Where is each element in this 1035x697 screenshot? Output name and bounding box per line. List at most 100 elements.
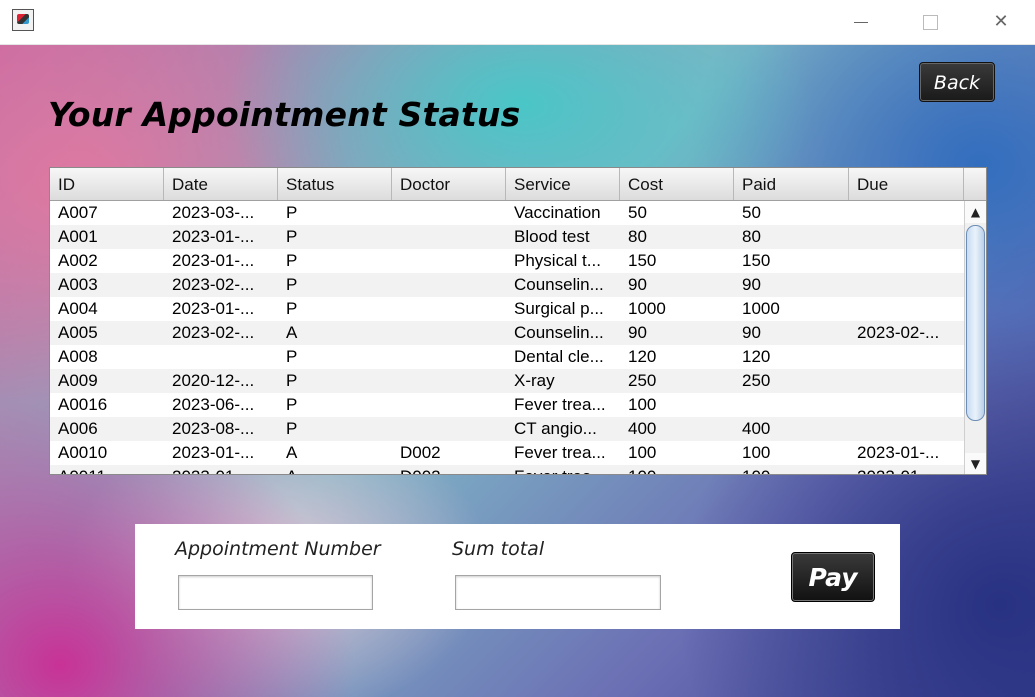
cell-doctor: D002 [400,443,441,462]
table-row[interactable]: A00112023-01-...AD002Fever trea...100100… [50,465,964,474]
cell-service: Dental cle... [514,347,604,366]
close-button[interactable]: ✕ [981,8,1021,36]
cell-paid: 1000 [742,299,780,318]
cell-date: 2023-01-... [172,227,255,246]
cell-id: A006 [58,419,98,438]
app-icon[interactable] [12,9,34,31]
cell-id: A002 [58,251,98,270]
table-row[interactable]: A002 2023-01-... P Physical t... 150 150 [50,249,964,273]
cell-paid: 90 [742,275,761,294]
column-header-cost[interactable]: Cost [620,168,734,200]
column-header-doctor[interactable]: Doctor [392,168,506,200]
column-header-date[interactable]: Date [164,168,278,200]
cell-status: P [286,251,298,270]
cell-status: A [286,323,298,342]
table-row[interactable]: A004 2023-01-... P Surgical p... 1000 1000 [50,297,964,321]
cell-service: Fever trea... [514,395,606,414]
cell-date: 2023-01-... [172,443,255,462]
cell-doctor [392,249,506,273]
cell-date: 2023-01-... [172,299,255,318]
sum-total-label: Sum total [452,538,545,560]
table-row[interactable]: A005 2023-02-... A Counselin... 90 90 2023-02-… [50,321,964,345]
cell-due: 2023-02-... [857,323,940,342]
cell-due [849,201,964,225]
appointment-number-input[interactable] [178,575,373,610]
cell-cost: 250 [628,371,657,390]
column-header-status[interactable]: Status [278,168,392,200]
cell-service: Physical t... [514,251,601,270]
pay-button[interactable]: Pay [791,552,875,602]
cell-date: 2023-08-... [172,419,255,438]
cell-date: 2023-02-... [172,275,255,294]
cell-service: Blood test [514,227,590,246]
table-row[interactable]: A0016 2023-06-... P Fever trea... 100 [50,393,964,417]
cell-paid: 250 [742,371,771,390]
cell-doctor [392,345,506,369]
cell-status: P [286,299,298,318]
header-corner [963,168,986,200]
cell-date: 2023-03-... [172,203,255,222]
table-row[interactable]: A0010 2023-01-... A D002 Fever trea... 100 100… [50,441,964,465]
cell-due: 2023-01-... [849,465,964,474]
title-bar: ✕ [0,0,1035,45]
cell-due [849,249,964,273]
cell-date: 2023-01-... [172,251,255,270]
scroll-down-icon[interactable]: ▼ [965,453,986,474]
column-header-id[interactable]: ID [50,168,164,200]
column-header-paid[interactable]: Paid [734,168,849,200]
sum-total-input[interactable] [455,575,661,610]
cell-date: 2023-02-... [172,323,255,342]
cell-due: 2023-01-... [857,443,940,462]
cell-id: A003 [58,275,98,294]
cell-due [849,297,964,321]
cell-doctor [392,297,506,321]
cell-date: 2023-06-... [172,395,255,414]
cell-status: P [286,275,298,294]
cell-cost: 1000 [628,299,666,318]
main-content: Back Your Appointment Status ID Date Statu… [0,45,1035,697]
cell-id: A007 [58,203,98,222]
cell-cost: 90 [628,323,647,342]
cell-cost: 100 [628,395,657,414]
scroll-up-icon[interactable]: ▲ [965,201,986,223]
cell-due [849,417,964,441]
cell-paid: 150 [742,251,771,270]
cell-paid: 50 [742,203,761,222]
table-row[interactable]: A003 2023-02-... P Counselin... 90 90 [50,273,964,297]
cell-paid: 90 [742,323,761,342]
table-row[interactable]: A006 2023-08-... P CT angio... 400 400 [50,417,964,441]
cell-due [849,393,964,417]
cell-status: P [286,347,298,366]
cell-service: Vaccination [514,203,601,222]
column-header-service[interactable]: Service [506,168,620,200]
cell-service: Surgical p... [514,299,604,318]
maximize-icon [922,14,938,30]
cell-id: A001 [58,227,98,246]
cell-doctor: D002 [392,465,506,474]
cell-doctor [392,393,506,417]
cell-due [849,273,964,297]
cell-date [164,345,278,369]
cell-id: A0010 [58,443,108,462]
table-row[interactable]: A008 P Dental cle... 120 120 [50,345,964,369]
table-row[interactable]: A009 2020-12-... P X-ray 250 250 [50,369,964,393]
scrollbar-thumb[interactable] [966,225,985,421]
table-row[interactable]: A007 2023-03-... P Vaccination 50 50 [50,201,964,225]
cell-cost: 100 [620,465,734,474]
cell-status: P [286,419,298,438]
cell-id: A0011 [50,465,164,474]
page-title: Your Appointment Status [48,95,521,134]
cell-date: 2020-12-... [172,371,255,390]
cell-due [849,225,964,249]
column-header-due[interactable]: Due [849,168,964,200]
table-body: A007 2023-03-... P Vaccination 50 50 A001 2023-… [50,201,964,474]
minimize-button[interactable] [841,8,881,36]
table-row[interactable]: A001 2023-01-... P Blood test 80 80 [50,225,964,249]
cell-paid: 100 [734,465,849,474]
cell-paid: 400 [742,419,771,438]
vertical-scrollbar[interactable]: ▲ ▼ [964,201,986,474]
cell-service: Counselin... [514,275,604,294]
back-button[interactable]: Back [919,62,995,102]
cell-service: X-ray [514,371,555,390]
appointment-number-label: Appointment Number [175,538,381,560]
